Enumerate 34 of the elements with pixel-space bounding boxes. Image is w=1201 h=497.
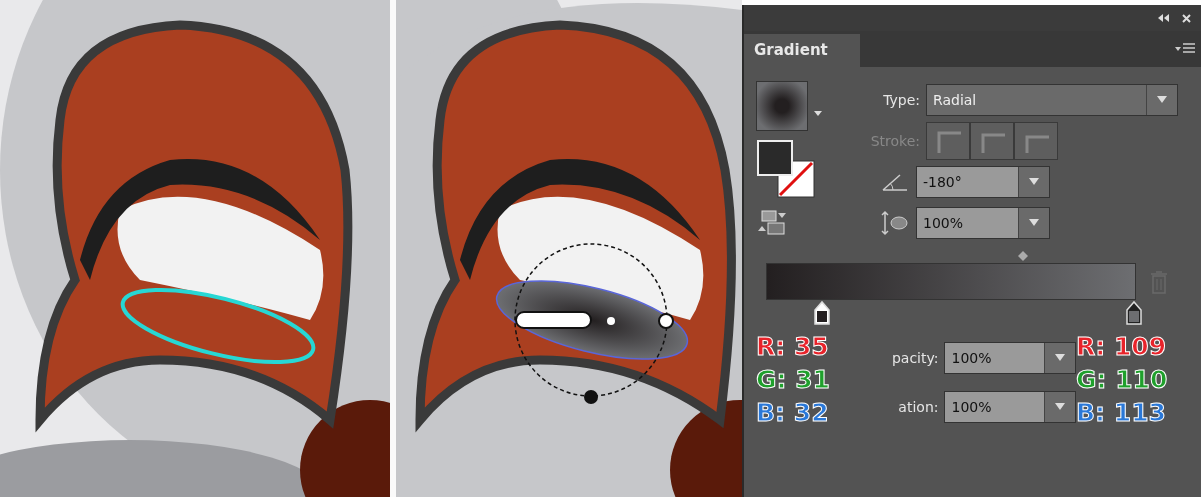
stroke-option-icon[interactable]	[1014, 121, 1058, 160]
rgb-channel-annotation: B: 32	[756, 397, 830, 429]
type-dropdown[interactable]: Radial	[926, 83, 1178, 116]
close-icon[interactable]	[1182, 13, 1191, 23]
aspect-ratio-icon	[880, 209, 910, 236]
midpoint-icon[interactable]	[1018, 251, 1028, 261]
color-stop[interactable]	[1125, 300, 1143, 326]
angle-field[interactable]: -180°	[916, 165, 1050, 198]
rgb-channel-annotation: G: 31	[756, 364, 831, 396]
fill-stroke-icon[interactable]	[756, 139, 818, 201]
stroke-option-icon[interactable]	[970, 121, 1014, 160]
location-field[interactable]: 100%	[944, 390, 1076, 423]
opacity-label: pacity:	[890, 349, 939, 366]
gradient-preview[interactable]	[756, 81, 808, 131]
rgb-channel-annotation: G: 110	[1076, 364, 1169, 396]
collapse-icon[interactable]	[1158, 14, 1170, 22]
caret-icon	[1157, 95, 1167, 104]
rgb-channel-annotation: R: 109	[1076, 331, 1168, 363]
caret-icon	[1029, 177, 1039, 186]
caret-icon	[1029, 218, 1039, 227]
panel-menu-icon[interactable]	[1175, 43, 1195, 55]
rgb-channel-annotation: B: 113	[1076, 397, 1167, 429]
caret-icon	[1055, 402, 1065, 411]
opacity-field[interactable]: 100%	[944, 341, 1076, 374]
location-label: ation:	[897, 398, 939, 415]
rgb-channel-annotation: R: 35	[756, 331, 830, 363]
panel-tab[interactable]: Gradient	[744, 34, 860, 67]
color-stop[interactable]	[813, 300, 831, 326]
caret-icon[interactable]	[814, 111, 822, 117]
gradient-slider[interactable]	[766, 263, 1136, 300]
caret-icon	[1055, 353, 1065, 362]
stroke-option-icon[interactable]	[926, 121, 970, 160]
aspect-ratio-field[interactable]: 100%	[916, 206, 1050, 239]
type-label: Type:	[882, 91, 920, 108]
